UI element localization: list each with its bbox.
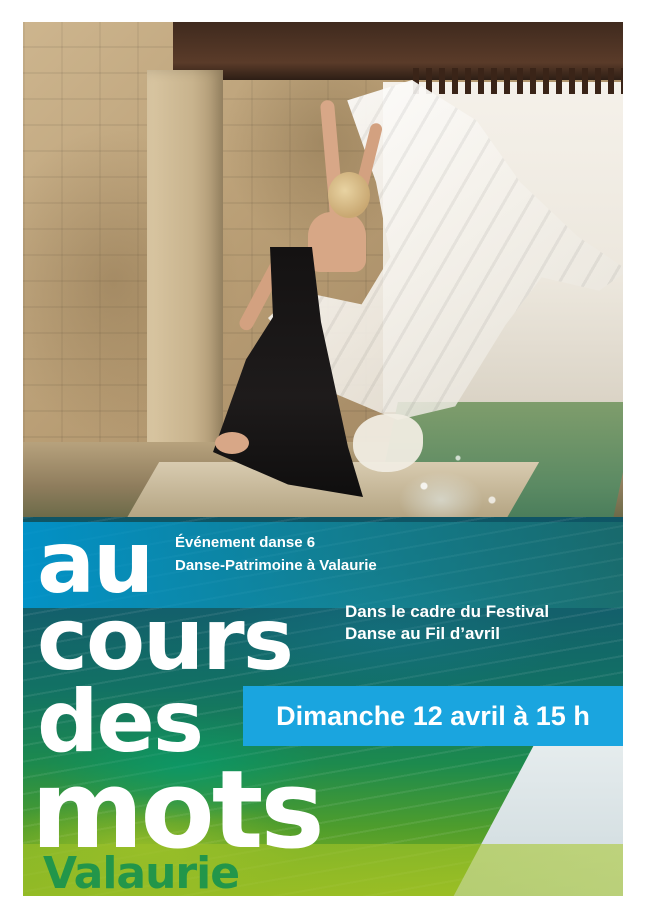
event-location: Danse-Patrimoine à Valaurie [175, 557, 377, 574]
dancer-foot [215, 432, 249, 454]
roof-fringe [413, 68, 623, 94]
title-word-cours: cours [37, 590, 294, 690]
festival-line: Dans le cadre du Festival [345, 602, 550, 621]
event-subtitle: Événement danse 6 [175, 534, 316, 551]
poster: au cours des mots Valaurie Événement dan… [23, 22, 623, 896]
stone-pillar [147, 70, 223, 480]
dancer-back [308, 212, 366, 272]
festival-name: Danse au Fil d’avril [345, 624, 500, 643]
place-name: Valaurie [43, 848, 240, 896]
event-date: Dimanche 12 avril à 15 h [276, 700, 590, 731]
dancer-head [328, 172, 370, 218]
date-banner: Dimanche 12 avril à 15 h [243, 686, 623, 746]
